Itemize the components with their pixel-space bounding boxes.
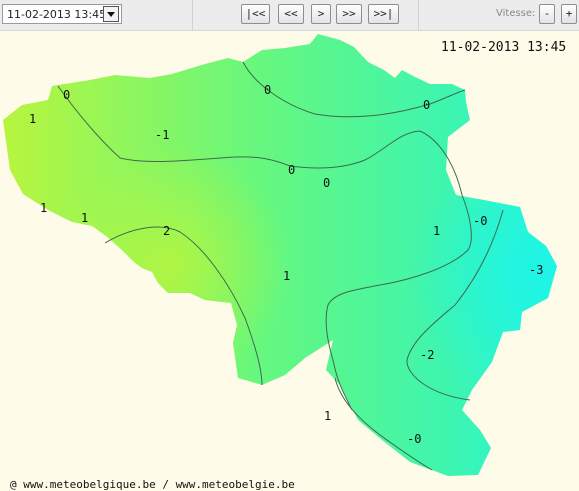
isoline-label: 0: [323, 176, 331, 190]
isoline-label: 1: [29, 112, 37, 126]
isoline-label: 0: [288, 163, 296, 177]
isoline-label: 1: [283, 269, 291, 283]
isoline-label: -2: [420, 348, 435, 362]
isoline-label: 0: [423, 98, 431, 112]
temperature-map: [3, 34, 557, 476]
isoline-label: -1: [155, 128, 170, 142]
isoline-label: -3: [529, 263, 544, 277]
map-timestamp: 11-02-2013 13:45: [441, 40, 567, 55]
isoline-label: 1: [433, 224, 441, 238]
isoline-label: 1: [324, 409, 332, 423]
isoline-label: 1: [81, 211, 89, 225]
isoline-label: 0: [264, 83, 272, 97]
map-credit: @ www.meteobelgique.be / www.meteobelgie…: [10, 478, 295, 491]
cold-area: [3, 34, 557, 476]
isoline-label: -0: [473, 214, 488, 228]
isoline-label: 1: [40, 201, 48, 215]
isoline-label: -0: [407, 432, 422, 446]
isoline-label: 2: [163, 224, 171, 238]
belgium-territory: [3, 34, 557, 476]
isoline-label: 0: [63, 88, 71, 102]
